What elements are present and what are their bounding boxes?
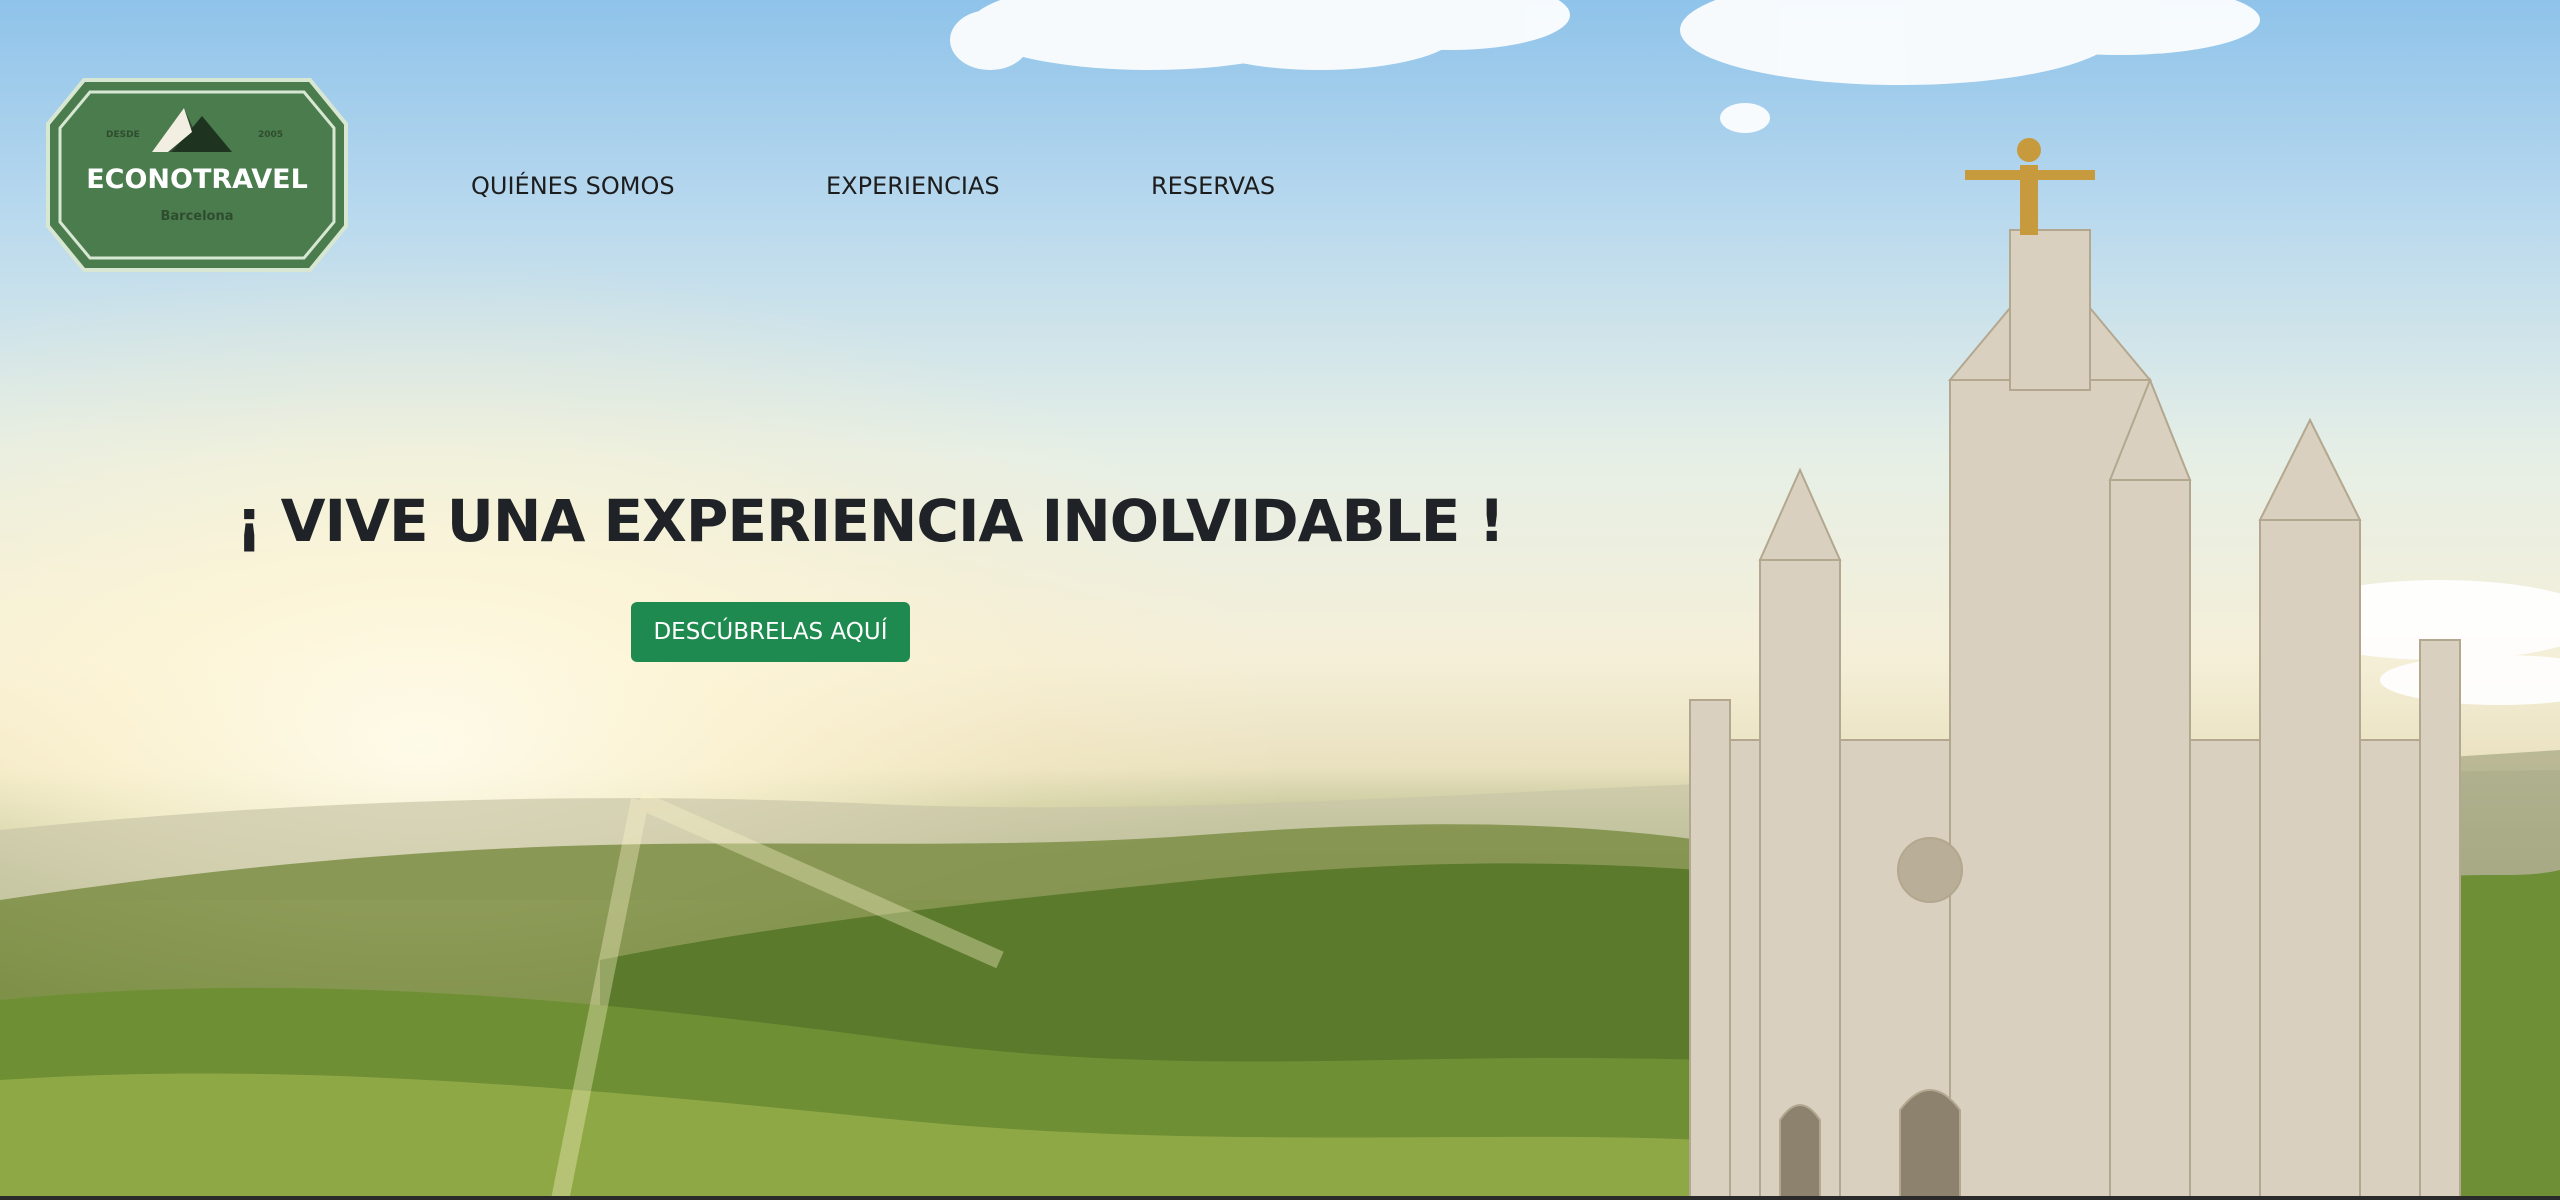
statue — [1965, 138, 2095, 235]
discover-button[interactable]: DESCÚBRELAS AQUÍ — [631, 602, 910, 662]
bottom-divider — [0, 1196, 2560, 1200]
nav-item-quienes-somos[interactable]: QUIÉNES SOMOS — [471, 172, 675, 200]
hero-section: DESDE 2005 ECONOTRAVEL Barcelona QUIÉNES… — [0, 0, 2560, 1200]
logo-brand-name: ECONOTRAVEL — [86, 164, 308, 195]
logo-city: Barcelona — [160, 209, 234, 224]
nav-item-experiencias[interactable]: EXPERIENCIAS — [826, 172, 1000, 200]
cathedral — [1689, 229, 2461, 1200]
hero-headline: ¡ VIVE UNA EXPERIENCIA INOLVIDABLE ! — [236, 486, 1505, 555]
logo-since-year: 2005 — [258, 130, 284, 140]
brand-logo[interactable]: DESDE 2005 ECONOTRAVEL Barcelona — [44, 72, 350, 278]
nav-item-reservas[interactable]: RESERVAS — [1151, 172, 1275, 200]
hero-background-image — [0, 0, 2560, 1200]
logo-since-label: DESDE — [106, 130, 140, 140]
